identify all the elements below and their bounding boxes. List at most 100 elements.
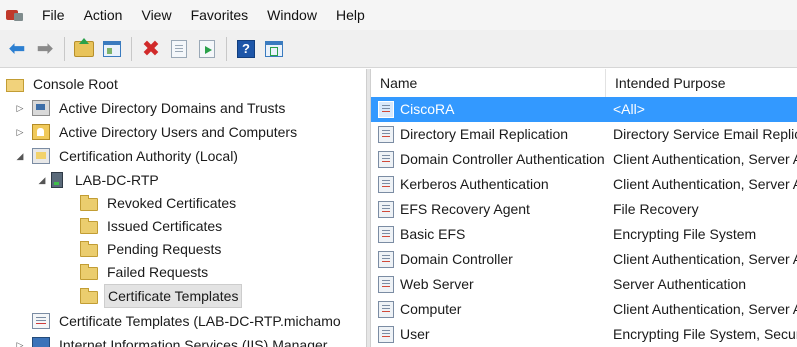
certificate-template-icon (378, 326, 394, 343)
row-purpose: Client Authentication, Server Authentica… (613, 176, 797, 192)
tree-item-certificate-templates[interactable]: Certificate Templates (80, 284, 243, 308)
tree-item-ad-users-computers[interactable]: ▷ Active Directory Users and Computers (14, 120, 300, 144)
mmc-app-icon[interactable] (6, 8, 24, 22)
help-button[interactable]: ? (235, 38, 257, 60)
list-header: Name Intended Purpose (371, 69, 797, 98)
collapse-arrow-icon[interactable]: ◢ (14, 151, 26, 162)
tree-item-pending-requests[interactable]: Pending Requests (80, 237, 224, 261)
list-row[interactable]: Kerberos Authentication Client Authentic… (371, 172, 797, 197)
row-purpose: Encrypting File System (613, 226, 757, 242)
export-list-button[interactable] (196, 38, 218, 60)
row-name: CiscoRA (400, 101, 455, 117)
cell-name: Basic EFS (378, 222, 606, 247)
tree-item-iis-manager[interactable]: ▷ Internet Information Services (IIS) Ma… (14, 333, 330, 347)
row-name: Domain Controller Authentication (400, 151, 605, 167)
certificate-template-icon (378, 301, 394, 318)
menu-view[interactable]: View (133, 0, 182, 30)
tree-item-failed-requests[interactable]: Failed Requests (80, 260, 211, 284)
tree-item-label: Active Directory Domains and Trusts (59, 100, 286, 116)
results-list[interactable]: Name Intended Purpose CiscoRA <All> Dire… (371, 69, 797, 347)
folder-icon (80, 287, 98, 304)
tree-item-label: Internet Information Services (IIS) Mana… (59, 337, 328, 347)
delete-button[interactable]: ✖ (140, 37, 162, 60)
action-pane-icon (265, 40, 283, 57)
certificate-template-icon (378, 226, 394, 243)
column-header-intended-purpose[interactable]: Intended Purpose (606, 69, 797, 97)
ca-icon (32, 148, 50, 164)
menu-bar: File Action View Favorites Window Help (0, 0, 797, 30)
menu-favorites[interactable]: Favorites (183, 0, 260, 30)
iis-icon (32, 337, 50, 347)
cell-name: Web Server (378, 272, 606, 297)
row-name: Web Server (400, 276, 474, 292)
tree-item-label: Console Root (33, 76, 118, 92)
show-hide-tree-button[interactable] (101, 38, 123, 60)
row-purpose: Client Authentication, Server Authentica… (613, 251, 797, 267)
back-icon: ⬅ (8, 37, 26, 60)
list-row[interactable]: Web Server Server Authentication (371, 272, 797, 297)
folder-icon (80, 194, 98, 211)
tree-item-label: Failed Requests (107, 264, 209, 280)
up-folder-icon (74, 37, 94, 57)
column-header-name[interactable]: Name (371, 69, 606, 97)
action-pane-button[interactable] (263, 38, 285, 60)
cell-name: User (378, 322, 606, 347)
list-row[interactable]: Domain Controller Client Authentication,… (371, 247, 797, 272)
list-row[interactable]: EFS Recovery Agent File Recovery (371, 197, 797, 222)
certificate-template-icon (378, 276, 394, 293)
tree-item-ad-domains-trusts[interactable]: ▷ Active Directory Domains and Trusts (14, 96, 288, 120)
expand-arrow-icon[interactable]: ▷ (14, 103, 26, 114)
row-name: Kerberos Authentication (400, 176, 549, 192)
row-purpose: <All> (613, 101, 645, 117)
toolbar-separator (226, 36, 227, 61)
ad-users-icon (32, 124, 50, 140)
cell-name: Domain Controller (378, 247, 606, 272)
expand-arrow-icon[interactable]: ▷ (14, 340, 26, 347)
certificate-template-icon (378, 101, 394, 118)
certificate-template-icon (378, 201, 394, 218)
tree-item-certificate-templates-domain[interactable]: Certificate Templates (LAB-DC-RTP.micham… (32, 309, 344, 333)
tree-item-label: Certificate Templates (104, 284, 243, 308)
row-name: Computer (400, 301, 462, 317)
up-one-level-button[interactable] (73, 37, 95, 60)
tree-item-revoked-certificates[interactable]: Revoked Certificates (80, 191, 239, 215)
menu-window[interactable]: Window (259, 0, 328, 30)
row-purpose: Encrypting File System, Secure Email (613, 326, 797, 342)
list-row[interactable]: Basic EFS Encrypting File System (371, 222, 797, 247)
menu-file[interactable]: File (34, 0, 76, 30)
row-purpose: Directory Service Email Replication (613, 126, 797, 142)
tree-item-console-root[interactable]: Console Root (6, 72, 121, 96)
tree-item-label: Certification Authority (Local) (59, 148, 238, 164)
menu-help[interactable]: Help (328, 0, 376, 30)
tree-item-lab-dc-rtp[interactable]: ◢ LAB-DC-RTP (36, 168, 162, 192)
tree-item-label: Issued Certificates (107, 218, 223, 234)
expand-arrow-icon[interactable]: ▷ (14, 127, 26, 138)
collapse-arrow-icon[interactable]: ◢ (36, 175, 48, 186)
toolbar: ⬅ ➡ ✖ ? (0, 30, 797, 68)
certificate-template-icon (378, 126, 394, 143)
forward-icon: ➡ (36, 37, 54, 60)
list-row[interactable]: Domain Controller Authentication Client … (371, 147, 797, 172)
list-row[interactable]: Computer Client Authentication, Server A… (371, 297, 797, 322)
forward-button[interactable]: ➡ (34, 38, 56, 60)
console-tree[interactable]: Console Root ▷ Active Directory Domains … (0, 69, 366, 347)
row-name: User (400, 326, 430, 342)
properties-button[interactable] (168, 38, 190, 60)
cell-name: CiscoRA (378, 97, 606, 122)
row-purpose: Client Authentication, Server Authentica… (613, 301, 797, 317)
back-button[interactable]: ⬅ (6, 38, 28, 60)
tree-item-issued-certificates[interactable]: Issued Certificates (80, 214, 225, 238)
list-row[interactable]: CiscoRA <All> (371, 97, 797, 122)
export-list-icon (199, 39, 215, 58)
tree-item-certification-authority[interactable]: ◢ Certification Authority (Local) (14, 144, 241, 168)
certificate-template-icon (378, 151, 394, 168)
cert-templates-icon (32, 313, 50, 329)
row-purpose: File Recovery (613, 201, 699, 217)
row-name: Directory Email Replication (400, 126, 569, 142)
cell-name: EFS Recovery Agent (378, 197, 606, 222)
row-name: Basic EFS (400, 226, 466, 242)
list-row[interactable]: User Encrypting File System, Secure Emai… (371, 322, 797, 347)
list-row[interactable]: Directory Email Replication Directory Se… (371, 122, 797, 147)
menu-action[interactable]: Action (76, 0, 134, 30)
tree-item-label: Pending Requests (107, 241, 222, 257)
